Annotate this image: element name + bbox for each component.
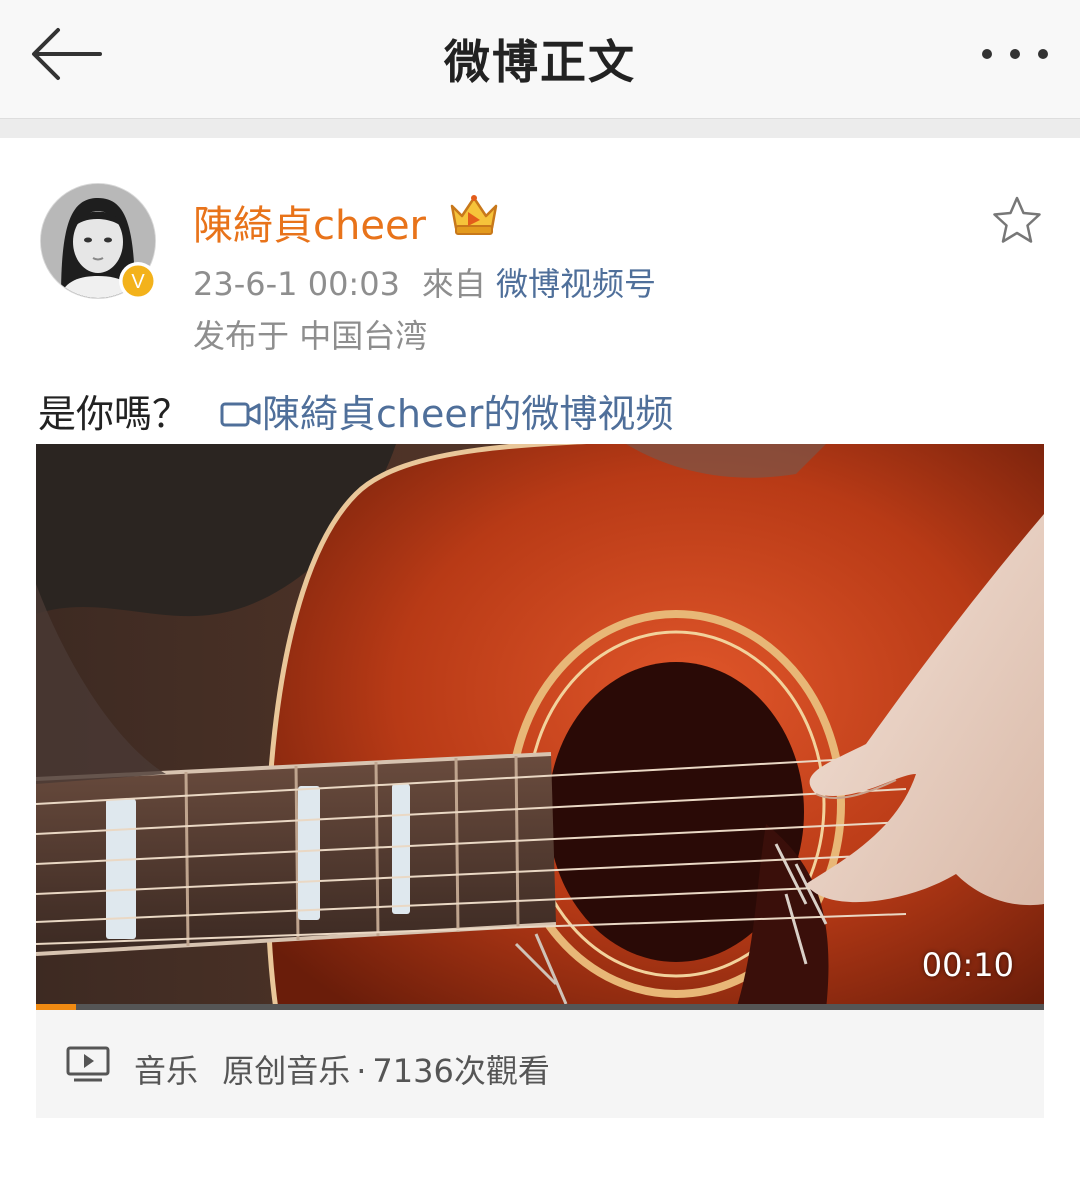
video-info-text: 音乐 原创音乐 · 7136次觀看 xyxy=(134,1046,550,1092)
favorite-star-icon[interactable] xyxy=(990,194,1044,246)
page-title: 微博正文 xyxy=(444,35,636,89)
author-name[interactable]: 陳綺貞cheer xyxy=(193,193,426,251)
verified-badge-icon: V xyxy=(119,262,157,300)
video-category: 音乐 xyxy=(134,1052,199,1090)
video-info-bar[interactable]: 音乐 原创音乐 · 7136次觀看 xyxy=(36,1010,1044,1118)
verified-badge-text: V xyxy=(131,271,145,293)
post-body: 是你嗎？ 陳綺貞cheer的微博视频 xyxy=(38,383,673,438)
video-view-count: 7136次觀看 xyxy=(372,1052,550,1090)
post-source-link[interactable]: 微博视频号 xyxy=(496,265,656,303)
video-play-icon xyxy=(66,1046,110,1082)
post-meta: 23-6-1 00:03 來自 微博视频号 xyxy=(193,259,656,305)
video-link-text: 陳綺貞cheer的微博视频 xyxy=(262,392,674,436)
from-label: 來自 xyxy=(421,265,486,303)
video-player[interactable]: 00:10 xyxy=(36,444,1044,1010)
video-camera-icon xyxy=(220,402,261,427)
video-link[interactable]: 陳綺貞cheer的微博视频 xyxy=(220,392,673,436)
post-timestamp: 23-6-1 00:03 xyxy=(193,265,400,303)
top-navigation-bar: 微博正文 xyxy=(0,0,1080,119)
more-dots-icon[interactable] xyxy=(980,42,1050,66)
info-separator: · xyxy=(356,1052,367,1090)
author-avatar[interactable]: V xyxy=(40,183,157,300)
video-frame xyxy=(36,444,1044,1010)
location-value: 中国台湾 xyxy=(299,317,428,355)
post-location: 发布于 中国台湾 xyxy=(193,311,427,357)
video-duration: 00:10 xyxy=(921,946,1014,984)
post-text: 是你嗎？ xyxy=(38,392,191,436)
section-divider xyxy=(0,119,1080,138)
video-subcategory: 原创音乐 xyxy=(222,1052,351,1090)
location-prefix: 发布于 xyxy=(193,317,290,355)
crown-badge-icon[interactable] xyxy=(446,192,502,238)
